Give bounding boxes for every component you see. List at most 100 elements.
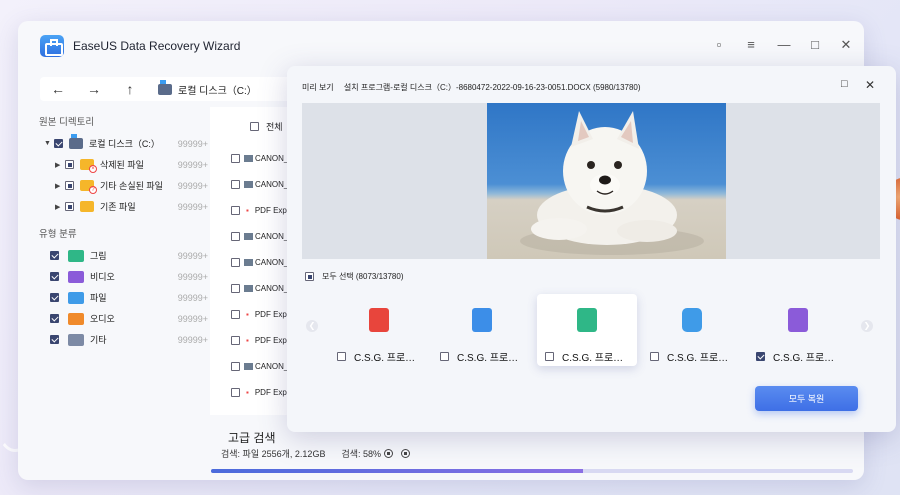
up-arrow-icon[interactable]: ↑ (112, 81, 148, 97)
image-thumbnail-icon (244, 180, 253, 188)
file-name: CANON_ (255, 153, 289, 163)
type-item-file[interactable]: 파일 99999+ (18, 287, 208, 308)
tree-item-label: 기존 파일 (100, 202, 136, 212)
file-row[interactable]: CANON_ (210, 223, 292, 249)
file-checkbox[interactable] (231, 387, 240, 397)
tree-item-local-disk[interactable]: ▼ 로컬 디스크（C:） 99999+ (18, 133, 208, 154)
card-checkbox[interactable] (545, 352, 554, 361)
type-checkbox[interactable] (50, 314, 59, 323)
file-checkbox[interactable] (231, 335, 240, 345)
back-arrow-icon[interactable]: ← (40, 81, 76, 97)
file-row[interactable]: CANON_ (210, 145, 292, 171)
camera-icon (682, 308, 702, 332)
file-row[interactable]: ▪ PDF Exp (210, 379, 292, 405)
image-thumbnail-icon (244, 232, 253, 240)
type-item-image[interactable]: 그림 99999+ (18, 245, 208, 266)
sidebar: 원본 디렉토리 ▼ 로컬 디스크（C:） 99999+ ▶ × 삭제된 파일 9… (18, 109, 208, 350)
card-label: C.S.G. 프로… (667, 353, 729, 364)
tree-checkbox[interactable] (65, 160, 74, 169)
card-checkbox[interactable] (650, 352, 659, 361)
type-checkbox[interactable] (50, 293, 59, 302)
scan-title: 고급 검색 (228, 431, 276, 445)
preview-header: 미리 보기 설치 프로그램-로컬 디스크（C:）-8680472-2022-09… (302, 82, 641, 93)
tree-item-count: 99999+ (177, 201, 208, 212)
file-checkbox[interactable] (231, 283, 240, 293)
audio-type-icon (68, 312, 84, 325)
preview-label: 미리 보기 (302, 83, 334, 92)
forward-arrow-icon[interactable]: → (76, 81, 112, 97)
maximize-button[interactable]: □ (806, 37, 824, 52)
carousel-card[interactable]: C.S.G. 프로… (329, 294, 429, 366)
select-all-checkbox[interactable] (250, 121, 259, 131)
type-item-other[interactable]: 기타 99999+ (18, 329, 208, 350)
file-checkbox[interactable] (231, 153, 240, 163)
card-label: C.S.G. 프로… (457, 353, 519, 364)
file-checkbox[interactable] (231, 309, 240, 319)
card-label: C.S.G. 프로… (773, 353, 835, 364)
file-checkbox[interactable] (231, 231, 240, 241)
carousel-card-selected[interactable]: C.S.G. 프로… (537, 294, 637, 366)
type-item-video[interactable]: 비디오 99999+ (18, 266, 208, 287)
select-all-checkbox[interactable] (305, 272, 314, 281)
file-row[interactable]: CANON_ (210, 353, 292, 379)
type-checkbox[interactable] (50, 335, 59, 344)
type-checkbox[interactable] (50, 251, 59, 260)
file-row[interactable]: ▪ PDF Exp (210, 301, 292, 327)
deleted-folder-icon: × (80, 159, 97, 173)
file-row[interactable]: ▪ PDF Exp (210, 327, 292, 353)
file-checkbox[interactable] (231, 257, 240, 267)
file-checkbox[interactable] (231, 361, 240, 371)
file-row[interactable]: CANON_ (210, 249, 292, 275)
dog-photo-illustration (520, 111, 704, 255)
expand-triangle-icon[interactable]: ▶ (55, 203, 65, 211)
stop-icon[interactable] (384, 449, 394, 458)
type-item-count: 99999+ (177, 250, 208, 261)
close-preview-button[interactable]: ✕ (865, 78, 875, 92)
file-name: PDF Exp (254, 387, 287, 397)
file-checkbox[interactable] (231, 205, 240, 215)
expand-triangle-icon[interactable]: ▶ (55, 161, 65, 169)
file-checkbox[interactable] (231, 179, 240, 189)
expand-triangle-icon[interactable]: ▼ (44, 140, 54, 147)
maximize-preview-button[interactable]: □ (841, 78, 848, 90)
image-type-icon (68, 249, 84, 262)
file-list: 전체 CANON_ CANON_ ▪ PDF Exp CANON_ CANON_ CANON… (210, 107, 292, 415)
file-name: CANON_ (255, 257, 289, 267)
tree-checkbox[interactable] (65, 202, 74, 211)
card-checkbox[interactable] (440, 352, 449, 361)
card-checkbox[interactable] (337, 352, 346, 361)
next-arrow-icon[interactable]: ❯ (861, 320, 873, 332)
tree-item-label: 기타 손실된 파일 (100, 181, 163, 191)
close-button[interactable]: ✕ (837, 37, 855, 53)
card-label: C.S.G. 프로… (562, 353, 624, 364)
tree-checkbox[interactable] (54, 139, 63, 148)
prev-arrow-icon[interactable]: ❮ (306, 320, 318, 332)
feedback-icon[interactable]: ▫ (710, 37, 728, 52)
recover-all-button[interactable]: 모두 복원 (755, 386, 858, 411)
menu-icon[interactable]: ≡ (742, 37, 760, 52)
lost-folder-icon: ? (80, 180, 97, 194)
tree-item-deleted[interactable]: ▶ × 삭제된 파일 99999+ (18, 154, 208, 175)
tree-item-existing[interactable]: ▶ 기존 파일 99999+ (18, 196, 208, 217)
carousel-card[interactable]: C.S.G. 프로… (748, 294, 848, 366)
type-checkbox[interactable] (50, 272, 59, 281)
minimize-button[interactable]: — (775, 37, 793, 52)
preview-photo (487, 103, 726, 259)
file-row[interactable]: CANON_ (210, 275, 292, 301)
card-checkbox[interactable] (756, 352, 765, 361)
carousel-card[interactable]: C.S.G. 프로… (432, 294, 532, 366)
tree-item-lost[interactable]: ▶ ? 기타 손실된 파일 99999+ (18, 175, 208, 196)
section-title-directory: 원본 디렉토리 (39, 117, 95, 128)
file-row[interactable]: CANON_ (210, 171, 292, 197)
pause-icon[interactable] (401, 449, 411, 458)
carousel-card[interactable]: C.S.G. 프로… (642, 294, 742, 366)
preview-image-area (302, 103, 880, 259)
file-row[interactable]: ▪ PDF Exp (210, 197, 292, 223)
tree-checkbox[interactable] (65, 181, 74, 190)
app-logo-icon (40, 35, 64, 57)
file-name: CANON_ (255, 283, 289, 293)
expand-triangle-icon[interactable]: ▶ (55, 182, 65, 190)
file-name: PDF Exp (254, 205, 287, 215)
select-all-row[interactable]: 모두 선택 (8073/13780) (305, 271, 403, 282)
type-item-audio[interactable]: 오디오 99999+ (18, 308, 208, 329)
